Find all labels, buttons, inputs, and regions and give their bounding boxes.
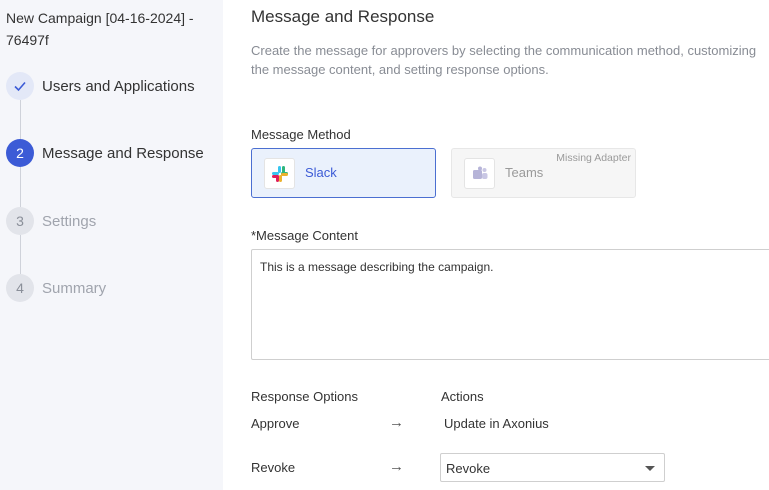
actions-header: Actions — [441, 389, 484, 404]
step-settings[interactable]: 3 Settings — [6, 207, 96, 235]
step-message-and-response[interactable]: 2 Message and Response — [6, 139, 204, 167]
slack-icon — [264, 158, 295, 189]
revoke-action-select[interactable]: Revoke — [440, 453, 665, 482]
missing-adapter-badge: Missing Adapter — [556, 152, 631, 164]
slack-label: Slack — [305, 165, 337, 180]
teams-icon — [464, 158, 495, 189]
wizard-sidebar: New Campaign [04-16-2024] - 76497f Users… — [0, 0, 223, 490]
message-method-label: Message Method — [251, 127, 351, 142]
step-connector — [20, 100, 21, 140]
campaign-title: New Campaign [04-16-2024] - 76497f — [6, 10, 194, 48]
step-label: Summary — [42, 279, 107, 297]
step-connector — [20, 235, 21, 274]
step-number: 4 — [6, 274, 34, 302]
step-label: Settings — [42, 212, 97, 230]
action-approve-value: Update in Axonius — [444, 416, 549, 431]
step-number: 2 — [6, 139, 34, 167]
slack-method-card[interactable]: Slack — [251, 148, 436, 198]
message-content-textarea[interactable]: This is a message describing the campaig… — [251, 249, 769, 360]
arrow-right-icon: → — [389, 458, 404, 475]
response-option-approve: Approve — [251, 416, 300, 431]
page-title: Message and Response — [251, 7, 435, 26]
step-label: Users and Applications — [42, 77, 195, 95]
step-summary[interactable]: 4 Summary — [6, 274, 106, 302]
arrow-right-icon: → — [389, 414, 404, 431]
response-option-revoke: Revoke — [251, 460, 296, 475]
teams-label: Teams — [505, 165, 544, 180]
step-users-and-applications[interactable]: Users and Applications — [6, 72, 195, 100]
message-content-label: *Message Content — [251, 228, 358, 243]
check-icon — [6, 72, 34, 100]
step-connector — [20, 167, 21, 207]
step-label: Message and Response — [42, 144, 204, 162]
step-number: 3 — [6, 207, 34, 235]
chevron-down-icon — [645, 466, 655, 471]
teams-method-card[interactable]: Teams Missing Adapter — [451, 148, 636, 198]
page-description: Create the message for approvers by sele… — [251, 43, 757, 77]
response-options-header: Response Options — [251, 389, 358, 404]
revoke-action-value: Revoke — [446, 461, 491, 476]
